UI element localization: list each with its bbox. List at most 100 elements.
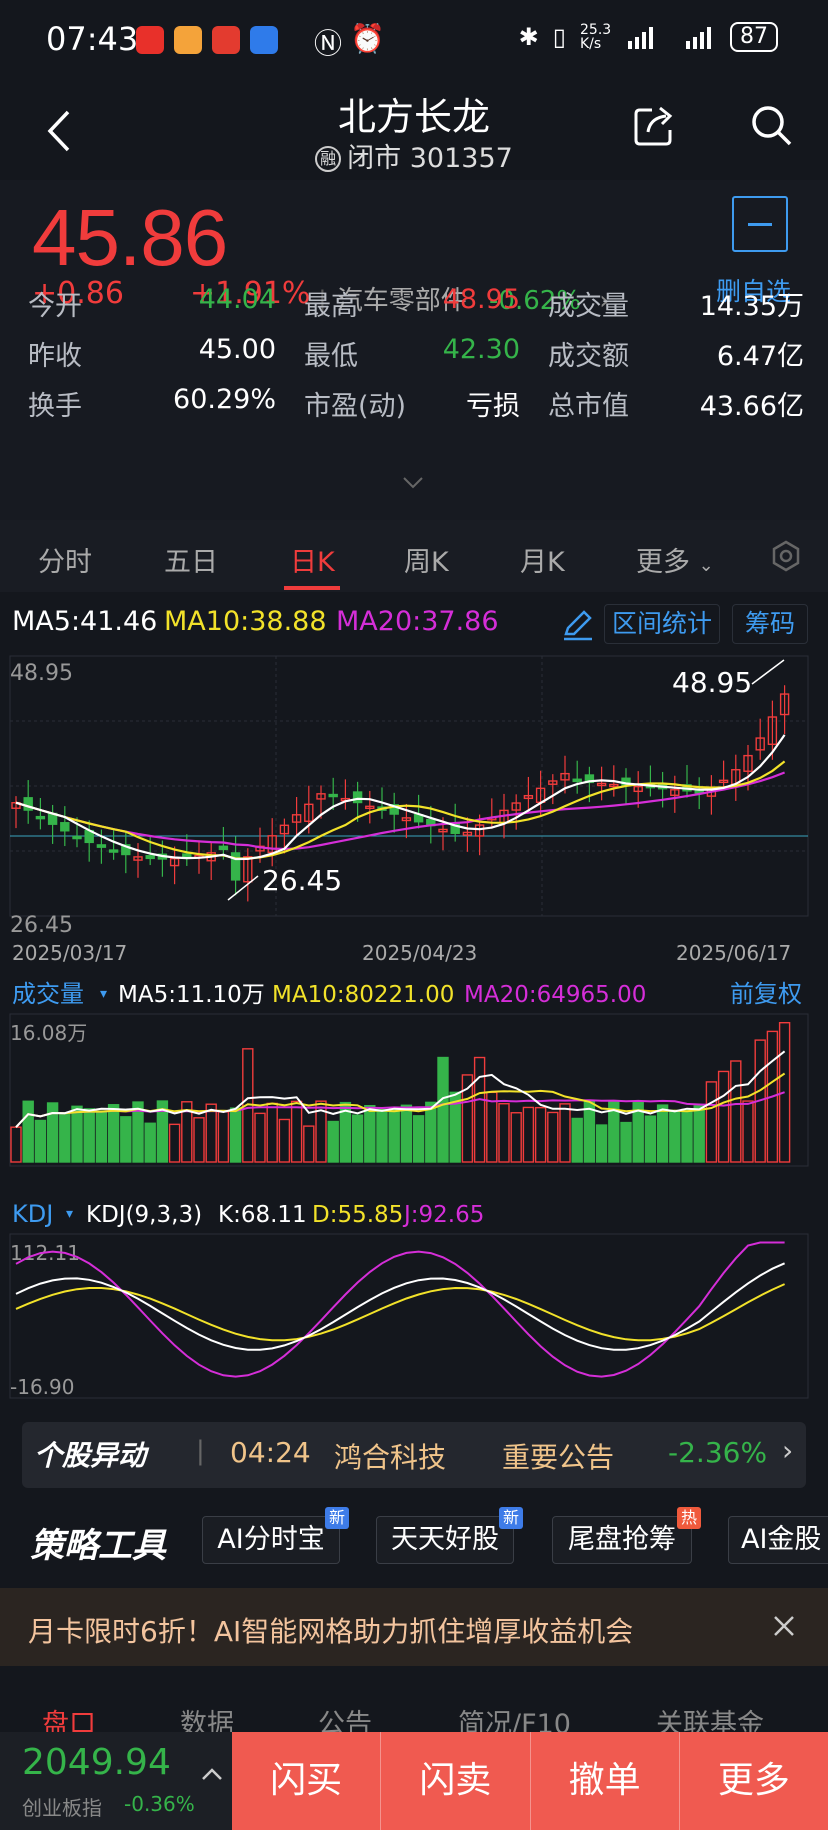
kdj-params: KDJ(9,3,3) [86,1202,202,1228]
volume-bar [376,1108,388,1163]
chevron-down-icon[interactable] [402,476,424,490]
alert-type: 重要公告 [502,1441,615,1474]
volume-bar [400,1104,413,1163]
chip-label: 天天好股 [391,1524,499,1555]
strategy-brand: 策略工具 [30,1526,166,1566]
chips-button[interactable]: 筹码 [732,604,808,644]
stat-label: 换手 [28,391,82,422]
stat-label: 市盈(动) [304,391,407,422]
quick-sell-button[interactable]: 闪卖 [381,1732,531,1830]
ma5-value: MA5:41.46 [12,606,158,637]
close-icon[interactable] [772,1614,796,1638]
tab-daily-k[interactable]: 日K [290,540,335,579]
strategy-chip-daily-picks[interactable]: 天天好股新 [376,1507,523,1564]
stat-value: 45.00 [198,334,276,365]
strategy-tools: 策略工具 AI分时宝新 天天好股新 尾盘抢筹热 AI金股 [0,1500,828,1580]
kline-low-label: 26.45 [10,913,73,938]
candle-body [572,778,582,783]
alert-brand: 个股异动 [34,1439,147,1472]
strategy-chip-closing-grab[interactable]: 尾盘抢筹热 [552,1507,701,1564]
volume-bar [412,1115,425,1163]
tab-intraday[interactable]: 分时 [38,540,92,579]
margin-badge-icon: 融 [315,146,342,172]
volume-bar [681,1108,693,1163]
kdj-dropdown-icon[interactable]: ▾ [66,1206,73,1222]
candle-body [328,793,338,798]
tab-weekly-k[interactable]: 周K [404,540,449,579]
remove-favorite-button[interactable] [732,196,788,252]
volume-bar [144,1122,156,1163]
volume-bar [498,1103,510,1163]
tab-more[interactable]: 更多 ⌄ [636,540,714,579]
volume-title[interactable]: 成交量 [12,980,84,1008]
alert-time: 04:24 [230,1436,311,1469]
volume-dropdown-icon[interactable]: ▾ [100,986,107,1002]
kdj-d-value: D:55.85 [312,1202,403,1228]
strategy-chip-ai-intraday[interactable]: AI分时宝新 [202,1507,349,1564]
strategy-chip-ai-gold[interactable]: AI金股 [728,1516,828,1564]
stock-alert-bar[interactable]: 个股异动 | 04:24 鸿合科技 重要公告 -2.36% › [22,1422,806,1488]
volume-bar [364,1104,376,1163]
alert-pct: -2.36% [668,1436,768,1469]
kdj-j-line [15,1241,785,1378]
volume-bar [327,1120,339,1163]
volume-bar [425,1101,437,1163]
status-right: ✱ ▯ 25.3 K/s 87 [519,22,778,52]
volume-bar [559,1103,571,1163]
volume-bar [473,1056,486,1163]
stat-value: 43.66亿 [699,391,804,422]
detail-tabs: 盘口 数据 公告 简况/F10 关联基金 [0,1680,828,1740]
volume-bar [95,1110,108,1163]
stock-header: 北方长龙 融闭市 301357 [0,80,828,180]
kdj-k-value: K:68.11 [218,1202,307,1228]
stat-label: 昨收 [28,341,82,372]
quick-buy-button[interactable]: 闪买 [232,1732,382,1830]
candle-body [218,845,229,851]
ma20-value: MA20:37.86 [336,606,499,637]
more-actions-button[interactable]: 更多 [680,1732,828,1830]
kline-charts[interactable]: 48.95 26.45 2025/03/17 2025/04/23 2025/0… [0,650,828,1410]
stat-value: 42.30 [442,334,520,365]
stock-status: 融闭市 301357 [0,136,828,175]
volume-bar [229,1107,242,1163]
stock-code: 闭市 301357 [347,143,513,174]
volume-bar [571,1117,583,1163]
chevron-up-icon[interactable] [200,1766,224,1782]
stat-label: 最高 [304,291,358,322]
volume-bar [290,1100,303,1163]
kdj-title[interactable]: KDJ [12,1200,53,1228]
draw-pen-icon[interactable] [560,606,596,642]
notification-app-icon [212,26,240,54]
cancel-order-button[interactable]: 撤单 [531,1732,680,1830]
volume-bar [120,1116,132,1163]
chip-label: AI分时宝 [217,1524,325,1555]
promo-banner[interactable]: 月卡限时6折！AI智能网格助力抓住增厚收益机会 [0,1588,828,1666]
kline-high-label: 48.95 [10,661,73,686]
signal-icon [686,27,711,49]
search-icon[interactable] [748,102,794,148]
range-stats-button[interactable]: 区间统计 [604,604,720,644]
kdj-k-line [15,1262,786,1351]
max-price-pointer [751,659,785,685]
net-speed: 25.3 K/s [580,22,612,52]
vol-ma10-value: MA10:80221.00 [272,982,454,1008]
notification-app-icon [136,26,164,54]
promo-text: 月卡限时6折！AI智能网格助力抓住增厚收益机会 [28,1615,634,1648]
volume-bar [22,1100,34,1163]
kline-ma10-line [15,760,786,860]
adjust-mode[interactable]: 前复权 [730,980,802,1008]
volume-bar [254,1112,266,1163]
stat-value: 60.29% [173,384,276,415]
stat-value: 6.47亿 [716,341,804,372]
vol-ma5-value: MA5:11.10万 [118,982,265,1008]
index-value[interactable]: 2049.94 [22,1742,171,1783]
candle-body [108,849,119,853]
tab-five-day[interactable]: 五日 [164,540,218,579]
volume-bars [10,1021,791,1163]
stat-value: 44.04 [198,284,276,315]
share-icon[interactable] [632,102,678,148]
volume-bar [83,1108,95,1163]
tab-monthly-k[interactable]: 月K [520,540,565,579]
settings-icon[interactable] [770,540,802,572]
notification-app-icon [250,26,278,54]
